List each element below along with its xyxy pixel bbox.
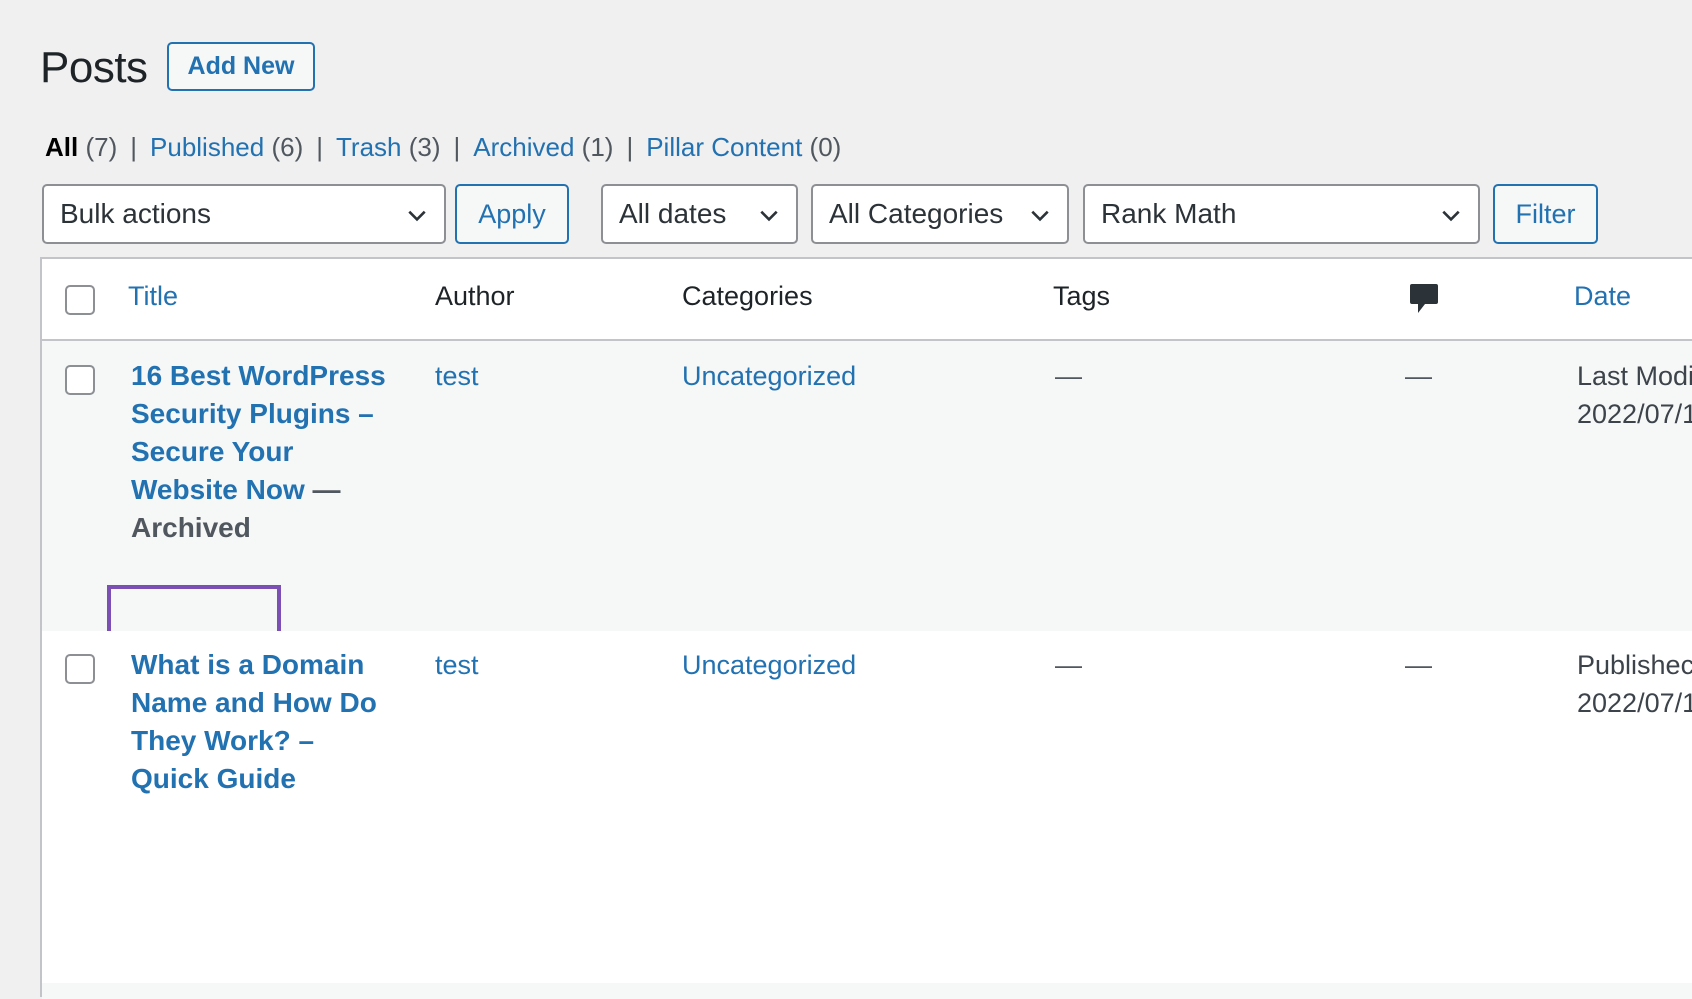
column-categories-header: Categories (682, 281, 813, 311)
post-title-line: What is a Domain (131, 649, 365, 680)
view-archived[interactable]: Archived (1) (473, 132, 613, 162)
post-title-line: Secure Your (131, 436, 294, 467)
row-checkbox[interactable] (65, 654, 95, 684)
post-date-cell: Publishec 2022/07/1 (1577, 646, 1692, 722)
apply-button[interactable]: Apply (455, 184, 569, 244)
post-title-line: 16 Best WordPress (131, 360, 386, 391)
chevron-down-icon (1031, 210, 1049, 222)
chevron-down-icon (408, 210, 426, 222)
column-author-header: Author (435, 281, 515, 311)
page-title: Posts (40, 43, 148, 92)
categories-value: All Categories (829, 198, 1004, 229)
post-title-line: Security Plugins – (131, 398, 374, 429)
post-title-line: Name and How Do (131, 687, 377, 718)
view-pillar-content[interactable]: Pillar Content (0) (646, 132, 841, 162)
post-author-link[interactable]: test (435, 646, 479, 684)
post-title-line: Quick Guide (131, 763, 296, 794)
table-header: Title Author Categories Tags Date (42, 259, 1692, 341)
row-checkbox[interactable] (65, 365, 95, 395)
post-author-link[interactable]: test (435, 357, 479, 395)
post-date-status: Last Modi (1577, 361, 1692, 391)
post-title-line: They Work? – (131, 725, 315, 756)
rank-math-value: Rank Math (1101, 198, 1237, 229)
post-status-views: All (7) | Published (6) | Trash (3) | Archived… (45, 130, 841, 164)
view-published[interactable]: Published (6) (150, 132, 303, 162)
view-all[interactable]: All (7) (45, 132, 117, 162)
post-comments-value: — (1405, 650, 1432, 680)
views-separator: | (626, 132, 634, 162)
table-row: 16 Best WordPress Security Plugins – Sec… (42, 341, 1692, 639)
post-title-link[interactable]: 16 Best WordPress Security Plugins – Sec… (131, 357, 386, 547)
chevron-down-icon (1442, 210, 1460, 222)
add-new-button[interactable]: Add New (167, 42, 315, 91)
post-comments-value: — (1405, 361, 1432, 391)
views-separator: | (130, 132, 138, 162)
post-state-separator: — (304, 474, 341, 505)
dates-value: All dates (619, 198, 727, 229)
bulk-actions-value: Bulk actions (60, 198, 211, 229)
post-tags-value: — (1055, 361, 1082, 391)
bulk-actions-select[interactable]: Bulk actions (42, 184, 446, 244)
post-date-status: Publishec (1577, 650, 1692, 680)
post-title-line: Website Now (131, 474, 305, 505)
post-category-link[interactable]: Uncategorized (682, 646, 856, 684)
post-date-cell: Last Modi 2022/07/1 (1577, 357, 1692, 433)
categories-select[interactable]: All Categories (811, 184, 1069, 244)
post-category-link[interactable]: Uncategorized (682, 357, 856, 395)
posts-table: Title Author Categories Tags Date 16 Bes… (40, 257, 1692, 999)
column-date-header[interactable]: Date (1574, 281, 1631, 312)
column-tags-header: Tags (1053, 281, 1111, 311)
view-trash[interactable]: Trash (3) (336, 132, 441, 162)
comment-bubble-icon (1410, 284, 1438, 313)
post-title-link[interactable]: What is a Domain Name and How Do They Wo… (131, 646, 377, 798)
dates-select[interactable]: All dates (601, 184, 798, 244)
select-all-checkbox[interactable] (65, 285, 95, 315)
post-date-value: 2022/07/1 (1577, 399, 1692, 429)
filter-button[interactable]: Filter (1493, 184, 1598, 244)
rank-math-select[interactable]: Rank Math (1083, 184, 1480, 244)
post-tags-value: — (1055, 650, 1082, 680)
table-footer-strip (42, 983, 1692, 999)
column-title-header[interactable]: Title (128, 281, 178, 312)
chevron-down-icon (760, 210, 778, 222)
post-state-label: Archived (131, 512, 251, 543)
table-row: What is a Domain Name and How Do They Wo… (42, 631, 1692, 983)
views-separator: | (316, 132, 323, 162)
post-date-value: 2022/07/1 (1577, 688, 1692, 718)
views-separator: | (453, 132, 461, 162)
